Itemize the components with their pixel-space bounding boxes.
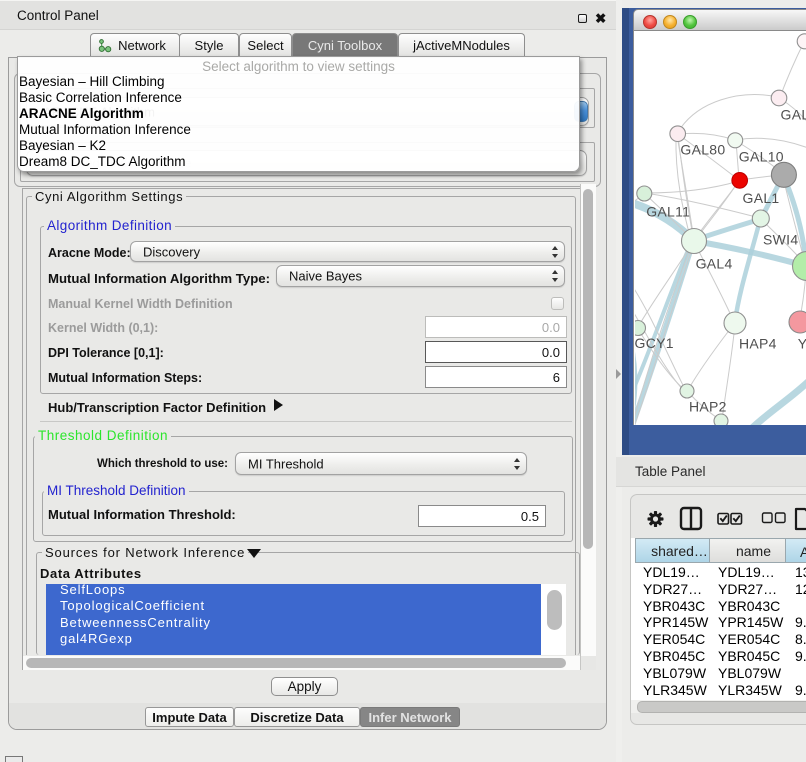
svg-text:GAL10: GAL10 [739, 149, 784, 165]
svg-text:GAL11: GAL11 [646, 204, 690, 220]
svg-text:GAL1: GAL1 [743, 190, 780, 206]
svg-text:GAL4: GAL4 [696, 256, 733, 272]
svg-text:HAP4: HAP4 [739, 336, 777, 352]
svg-text:SWI4: SWI4 [763, 232, 798, 248]
svg-text:GAL80: GAL80 [680, 142, 725, 158]
svg-text:GCY1: GCY1 [635, 335, 674, 351]
svg-text:HAP2: HAP2 [689, 398, 727, 414]
svg-text:YJ: YJ [798, 336, 806, 352]
svg-text:GAL: GAL [781, 107, 806, 123]
